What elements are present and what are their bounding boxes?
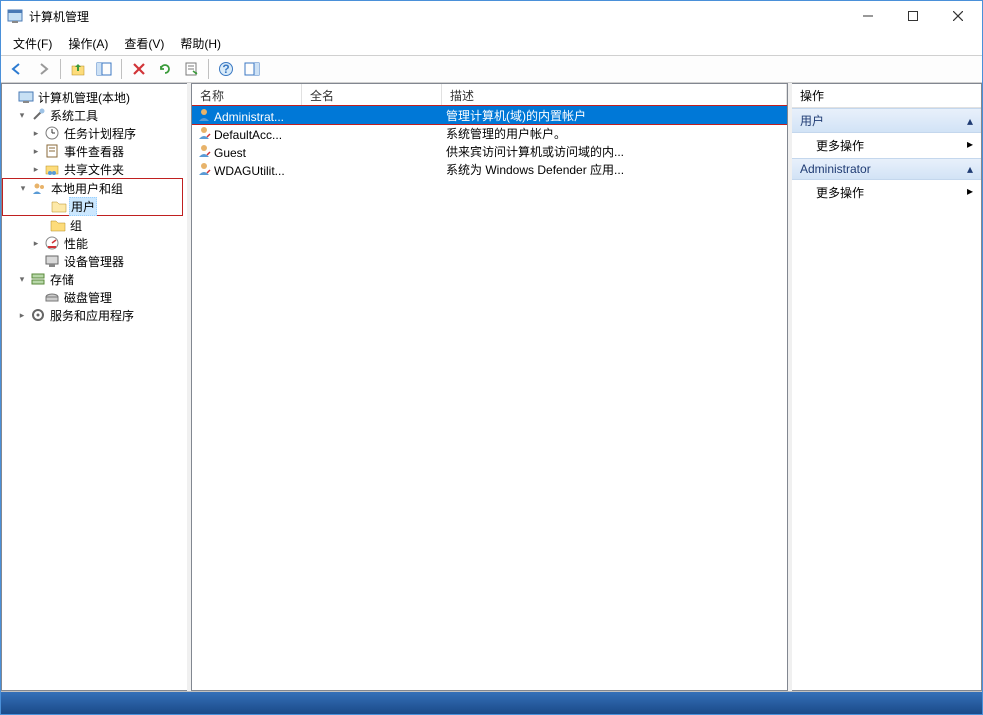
- list-row[interactable]: DefaultAcc... 系统管理的用户帐户。: [192, 124, 787, 142]
- cell-description: 系统管理的用户帐户。: [442, 125, 787, 142]
- column-name[interactable]: 名称: [192, 84, 302, 105]
- minimize-button[interactable]: [845, 2, 890, 31]
- cell-description: 管理计算机(域)的内置帐户: [442, 107, 787, 124]
- window-title: 计算机管理: [29, 8, 845, 25]
- event-icon: [44, 143, 60, 159]
- list-row[interactable]: Guest 供来宾访问计算机或访问域的内...: [192, 142, 787, 160]
- tree-device-manager[interactable]: 设备管理器: [2, 252, 187, 270]
- maximize-button[interactable]: [890, 2, 935, 31]
- tree-local-users-groups[interactable]: ▾ 本地用户和组: [3, 179, 182, 197]
- expand-icon[interactable]: ▸: [30, 163, 42, 175]
- user-icon: [196, 142, 212, 158]
- cell-name: DefaultAcc...: [214, 128, 282, 142]
- toolbar: ?: [1, 55, 982, 83]
- actions-pane: 操作 用户 ▴ 更多操作 ▸ Administrator ▴ 更多操作 ▸: [792, 83, 982, 691]
- tree-system-tools[interactable]: ▾ 系统工具: [2, 106, 187, 124]
- back-button[interactable]: [5, 57, 29, 81]
- tree-services-apps[interactable]: ▸ 服务和应用程序: [2, 306, 187, 324]
- user-icon: [196, 106, 212, 122]
- clock-icon: [44, 125, 60, 141]
- actions-header: 操作: [792, 84, 981, 108]
- services-icon: [30, 307, 46, 323]
- users-groups-icon: [31, 180, 47, 196]
- help-button[interactable]: ?: [214, 57, 238, 81]
- performance-icon: [44, 235, 60, 251]
- menu-action[interactable]: 操作(A): [60, 32, 116, 55]
- delete-button[interactable]: [127, 57, 151, 81]
- storage-icon: [30, 271, 46, 287]
- title-bar: 计算机管理: [1, 1, 982, 31]
- actions-more-users[interactable]: 更多操作 ▸: [792, 133, 981, 158]
- list-pane: 名称 全名 描述 Administrat...管理计算机(域)的内置帐户Defa…: [191, 83, 788, 691]
- toolbar-separator: [60, 59, 61, 79]
- up-button[interactable]: [66, 57, 90, 81]
- user-icon: [196, 124, 212, 140]
- collapse-icon: ▴: [967, 162, 973, 176]
- column-fullname[interactable]: 全名: [302, 84, 442, 105]
- expand-icon[interactable]: ▸: [30, 237, 42, 249]
- toolbar-separator: [121, 59, 122, 79]
- tree-users[interactable]: 用户: [3, 197, 182, 215]
- menu-bar: 文件(F) 操作(A) 查看(V) 帮助(H): [1, 31, 982, 55]
- cell-description: 系统为 Windows Defender 应用...: [442, 161, 787, 178]
- list-body: Administrat...管理计算机(域)的内置帐户DefaultAcc...…: [192, 106, 787, 178]
- computer-management-icon: [18, 89, 34, 105]
- actions-more-administrator[interactable]: 更多操作 ▸: [792, 180, 981, 205]
- folder-icon: [51, 198, 67, 214]
- tree-shared-folders[interactable]: ▸ 共享文件夹: [2, 160, 187, 178]
- cell-name: Guest: [214, 146, 246, 160]
- tree-root[interactable]: 计算机管理(本地): [2, 88, 187, 106]
- menu-file[interactable]: 文件(F): [5, 32, 60, 55]
- column-description[interactable]: 描述: [442, 84, 787, 105]
- expand-icon[interactable]: ▸: [30, 145, 42, 157]
- tree-task-scheduler[interactable]: ▸ 任务计划程序: [2, 124, 187, 142]
- expand-icon[interactable]: ▸: [30, 127, 42, 139]
- taskbar-fragment: [1, 692, 982, 714]
- cell-name: Administrat...: [214, 110, 284, 124]
- collapse-icon: ▴: [967, 114, 973, 128]
- actions-section-users[interactable]: 用户 ▴: [792, 108, 981, 133]
- user-icon: [196, 160, 212, 176]
- tree-pane: 计算机管理(本地) ▾ 系统工具 ▸ 任务计划程序 ▸ 事件查看器 ▸ 共享文件…: [1, 83, 187, 691]
- menu-view[interactable]: 查看(V): [116, 32, 172, 55]
- cell-description: 供来宾访问计算机或访问域的内...: [442, 143, 787, 160]
- refresh-button[interactable]: [153, 57, 177, 81]
- tree-storage[interactable]: ▾ 存储: [2, 270, 187, 288]
- close-button[interactable]: [935, 2, 980, 31]
- export-list-button[interactable]: [179, 57, 203, 81]
- collapse-icon[interactable]: ▾: [16, 273, 28, 285]
- toolbar-separator: [208, 59, 209, 79]
- list-row[interactable]: WDAGUtilit... 系统为 Windows Defender 应用...: [192, 160, 787, 178]
- folder-icon: [50, 217, 66, 233]
- collapse-icon[interactable]: ▾: [16, 109, 28, 121]
- show-hide-action-pane-button[interactable]: [240, 57, 264, 81]
- chevron-right-icon: ▸: [967, 137, 973, 154]
- tools-icon: [30, 107, 46, 123]
- menu-help[interactable]: 帮助(H): [172, 32, 229, 55]
- tree-groups[interactable]: 组: [2, 216, 187, 234]
- actions-section-administrator[interactable]: Administrator ▴: [792, 158, 981, 180]
- svg-text:?: ?: [222, 62, 229, 76]
- app-icon: [7, 8, 23, 24]
- show-hide-tree-button[interactable]: [92, 57, 116, 81]
- cell-name: WDAGUtilit...: [214, 164, 285, 178]
- list-header: 名称 全名 描述: [192, 84, 787, 106]
- shared-folder-icon: [44, 161, 60, 177]
- list-row[interactable]: Administrat... 管理计算机(域)的内置帐户: [192, 106, 787, 124]
- disk-icon: [44, 289, 60, 305]
- forward-button[interactable]: [31, 57, 55, 81]
- tree-performance[interactable]: ▸ 性能: [2, 234, 187, 252]
- expand-icon[interactable]: ▸: [16, 309, 28, 321]
- collapse-icon[interactable]: ▾: [17, 182, 29, 194]
- device-icon: [44, 253, 60, 269]
- tree-disk-management[interactable]: 磁盘管理: [2, 288, 187, 306]
- chevron-right-icon: ▸: [967, 184, 973, 201]
- collapse-icon[interactable]: [4, 91, 16, 103]
- tree-event-viewer[interactable]: ▸ 事件查看器: [2, 142, 187, 160]
